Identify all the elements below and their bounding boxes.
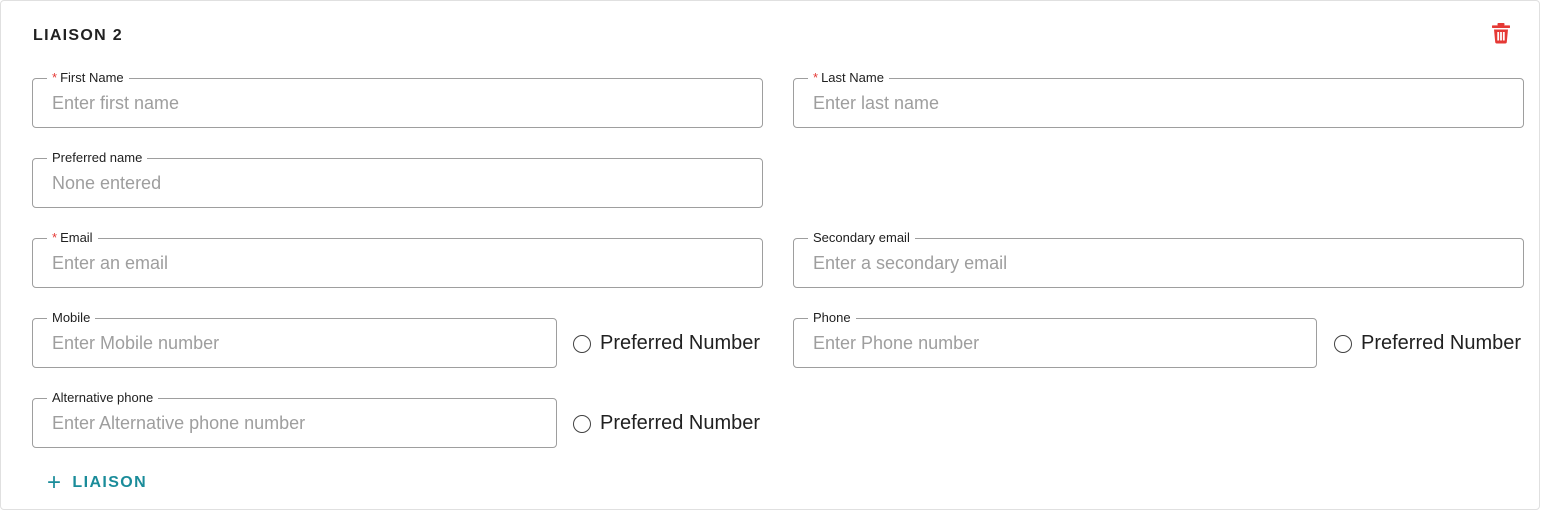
first-name-field: * First Name	[32, 70, 763, 128]
add-liaison-button[interactable]: + LIAISON	[47, 471, 147, 495]
preferred-name-field: Preferred name	[32, 150, 763, 208]
liaison-card: LIAISON 2 *First Name *Last Name Preferr…	[0, 0, 1540, 510]
first-name-input[interactable]	[33, 79, 762, 127]
email-input[interactable]	[33, 239, 762, 287]
phone-preferred-label: Preferred Number	[1361, 332, 1522, 354]
preferred-name-input[interactable]	[33, 159, 762, 207]
email-field: * Email	[32, 230, 763, 288]
mobile-preferred-radio[interactable]: Preferred Number	[573, 332, 760, 355]
mobile-input[interactable]	[33, 319, 556, 367]
add-liaison-label: LIAISON	[72, 474, 148, 491]
section-title: LIAISON 2	[33, 27, 123, 44]
trash-icon	[1491, 22, 1511, 49]
alternative-phone-input[interactable]	[33, 399, 556, 447]
last-name-field: * Last Name	[793, 70, 1524, 128]
mobile-field: Mobile	[32, 310, 557, 368]
secondary-email-input[interactable]	[794, 239, 1523, 287]
phone-input[interactable]	[794, 319, 1316, 367]
radio-unchecked-icon	[573, 414, 591, 433]
plus-icon: +	[47, 469, 63, 496]
secondary-email-field: Secondary email	[793, 230, 1524, 288]
phone-field: Phone	[793, 310, 1317, 368]
radio-unchecked-icon	[573, 334, 591, 353]
mobile-preferred-label: Preferred Number	[600, 332, 761, 354]
alternative-phone-preferred-label: Preferred Number	[600, 412, 761, 434]
last-name-input[interactable]	[794, 79, 1523, 127]
alternative-phone-field: Alternative phone	[32, 390, 557, 448]
radio-unchecked-icon	[1334, 334, 1352, 353]
alternative-phone-preferred-radio[interactable]: Preferred Number	[573, 412, 760, 435]
phone-preferred-radio[interactable]: Preferred Number	[1334, 332, 1521, 355]
delete-liaison-button[interactable]	[1487, 21, 1515, 49]
